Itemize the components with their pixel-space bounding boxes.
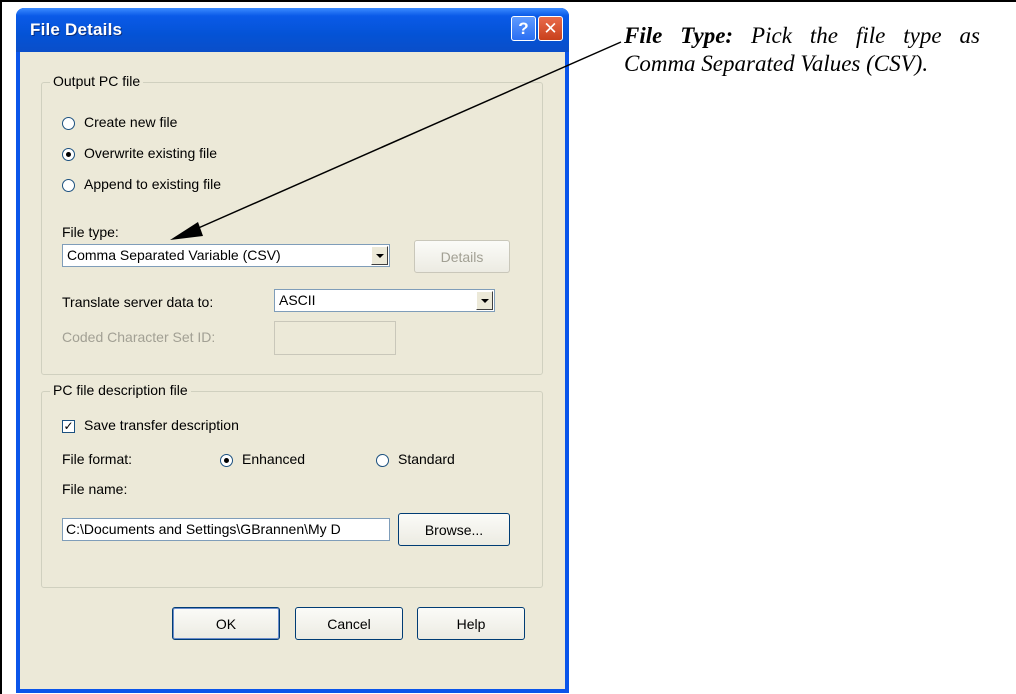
annotation-heading: File Type:	[624, 23, 734, 48]
callout-arrow-icon	[170, 41, 622, 240]
annotation-text: File Type: Pick the file type as Comma S…	[624, 22, 980, 78]
callout-arrow-head	[170, 222, 203, 240]
callout-arrow-line	[186, 41, 622, 234]
